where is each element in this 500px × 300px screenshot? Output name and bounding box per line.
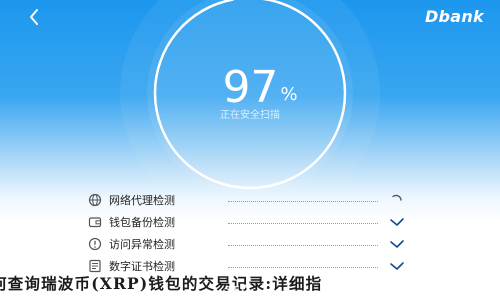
alert-icon: [88, 236, 102, 251]
scan-status: 正在安全扫描: [220, 110, 280, 121]
divider: [228, 223, 378, 224]
check-label: 网络代理检测: [109, 194, 175, 207]
security-scan-screen: Dbank 97% 正在安全扫描 网络代理检测 钱包备份检测 访问异常检测 数字…: [0, 0, 500, 300]
loading-spinner-icon: [387, 192, 407, 206]
checkmark-icon: [387, 214, 407, 228]
chevron-left-icon[interactable]: [24, 6, 44, 28]
checkmark-icon: [387, 236, 407, 250]
banner-text: 何查询瑞波币(XRP)钱包的交易记录:详细指: [0, 274, 323, 293]
check-label: 访问异常检测: [109, 238, 175, 251]
top-bar: Dbank: [0, 0, 500, 34]
check-item-wallet-backup: 钱包备份检测: [0, 212, 500, 232]
network-icon: [88, 192, 102, 207]
divider: [228, 245, 378, 246]
divider: [228, 201, 378, 202]
score-unit: %: [280, 84, 298, 105]
brand-logo: Dbank: [424, 7, 484, 26]
wallet-icon: [88, 214, 102, 228]
check-label: 钱包备份检测: [109, 216, 175, 229]
divider: [228, 267, 378, 268]
check-item-access-anomaly: 访问异常检测: [0, 234, 500, 254]
check-item-network-proxy: 网络代理检测: [0, 190, 500, 210]
watermark: 3ED: [225, 285, 251, 296]
